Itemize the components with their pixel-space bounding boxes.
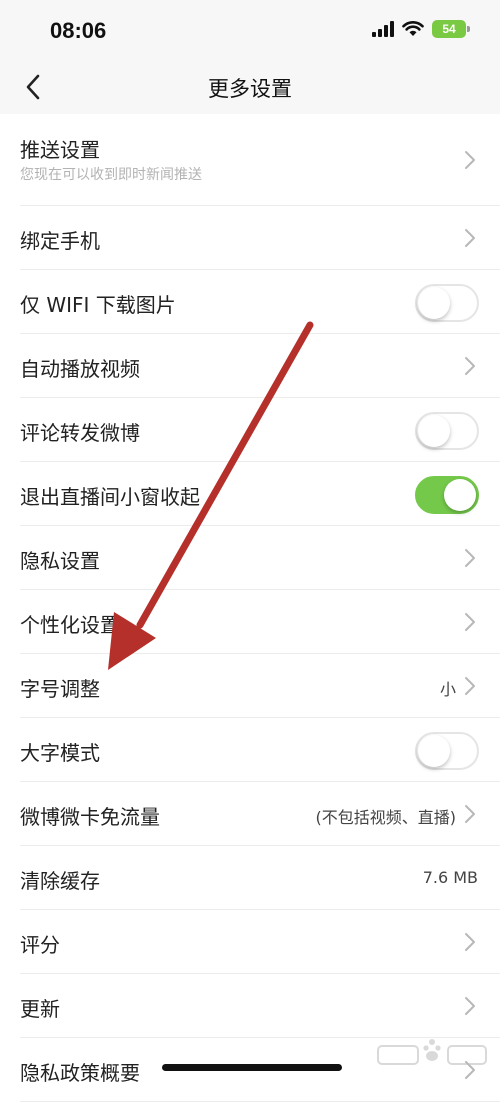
row-value: 小 bbox=[439, 680, 456, 699]
status-time: 08:06 bbox=[50, 18, 107, 43]
settings-list: 推送设置 您现在可以收到即时新闻推送 绑定手机 仅 WIFI 下载图片 自动播放… bbox=[0, 114, 500, 1102]
settings-row-push[interactable]: 推送设置 您现在可以收到即时新闻推送 bbox=[20, 114, 500, 206]
battery-level: 54 bbox=[442, 22, 456, 36]
toggle-knob bbox=[418, 735, 450, 767]
settings-row-font-size[interactable]: 字号调整 小 bbox=[20, 654, 500, 718]
row-label: 绑定手机 bbox=[20, 229, 100, 253]
chevron-right-icon bbox=[465, 677, 475, 695]
row-label: 字号调整 bbox=[20, 677, 100, 701]
row-subtitle: 您现在可以收到即时新闻推送 bbox=[20, 167, 202, 183]
row-label: 评论转发微博 bbox=[20, 421, 140, 445]
row-label: 隐私设置 bbox=[20, 549, 100, 573]
toggle-knob bbox=[418, 415, 450, 447]
row-label: 个性化设置 bbox=[20, 613, 120, 637]
row-label: 评分 bbox=[20, 933, 60, 957]
wifi-images-toggle[interactable] bbox=[415, 284, 479, 322]
settings-row-large-text: 大字模式 bbox=[20, 718, 500, 782]
settings-row-comment-repost: 评论转发微博 bbox=[20, 398, 500, 462]
chevron-right-icon bbox=[465, 805, 475, 823]
row-label: 清除缓存 bbox=[20, 869, 100, 893]
settings-row-personalize[interactable]: 个性化设置 bbox=[20, 590, 500, 654]
row-label: 隐私政策概要 bbox=[20, 1061, 140, 1085]
settings-row-free-data[interactable]: 微博微卡免流量 (不包括视频、直播) bbox=[20, 782, 500, 846]
wifi-icon bbox=[402, 21, 424, 36]
status-bar: 08:06 54 bbox=[0, 0, 500, 60]
settings-row-clear-cache[interactable]: 清除缓存 7.6 MB bbox=[20, 846, 500, 910]
toggle-knob bbox=[444, 479, 476, 511]
chevron-right-icon bbox=[465, 151, 475, 169]
settings-row-update[interactable]: 更新 bbox=[20, 974, 500, 1038]
settings-row-live-minimize: 退出直播间小窗收起 bbox=[20, 462, 500, 526]
row-label: 推送设置 bbox=[20, 138, 100, 162]
comment-repost-toggle[interactable] bbox=[415, 412, 479, 450]
chevron-right-icon bbox=[465, 613, 475, 631]
live-minimize-toggle[interactable] bbox=[415, 476, 479, 514]
row-label: 退出直播间小窗收起 bbox=[20, 485, 200, 509]
signal-bars-icon bbox=[372, 21, 394, 37]
row-label: 自动播放视频 bbox=[20, 357, 140, 381]
chevron-right-icon bbox=[465, 933, 475, 951]
settings-row-wifi-images: 仅 WIFI 下载图片 bbox=[20, 270, 500, 334]
row-label: 微博微卡免流量 bbox=[20, 805, 160, 829]
toggle-knob bbox=[418, 287, 450, 319]
home-indicator[interactable] bbox=[162, 1064, 342, 1071]
settings-row-autoplay[interactable]: 自动播放视频 bbox=[20, 334, 500, 398]
nav-bar: 更多设置 bbox=[0, 60, 500, 114]
settings-row-rate[interactable]: 评分 bbox=[20, 910, 500, 974]
page-title: 更多设置 bbox=[208, 77, 292, 101]
row-value: 7.6 MB bbox=[422, 868, 478, 887]
settings-row-bind-phone[interactable]: 绑定手机 bbox=[20, 206, 500, 270]
watermark-logo bbox=[377, 1039, 487, 1065]
chevron-right-icon bbox=[465, 229, 475, 247]
large-text-toggle[interactable] bbox=[415, 732, 479, 770]
chevron-right-icon bbox=[465, 549, 475, 567]
row-value: (不包括视频、直播) bbox=[315, 808, 457, 827]
row-label: 更新 bbox=[20, 997, 60, 1021]
chevron-right-icon bbox=[465, 357, 475, 375]
chevron-right-icon bbox=[465, 997, 475, 1015]
battery-icon: 54 bbox=[432, 20, 470, 38]
row-label: 大字模式 bbox=[20, 741, 100, 765]
row-label: 仅 WIFI 下载图片 bbox=[20, 293, 176, 317]
status-indicators: 54 bbox=[372, 20, 470, 38]
settings-row-privacy[interactable]: 隐私设置 bbox=[20, 526, 500, 590]
